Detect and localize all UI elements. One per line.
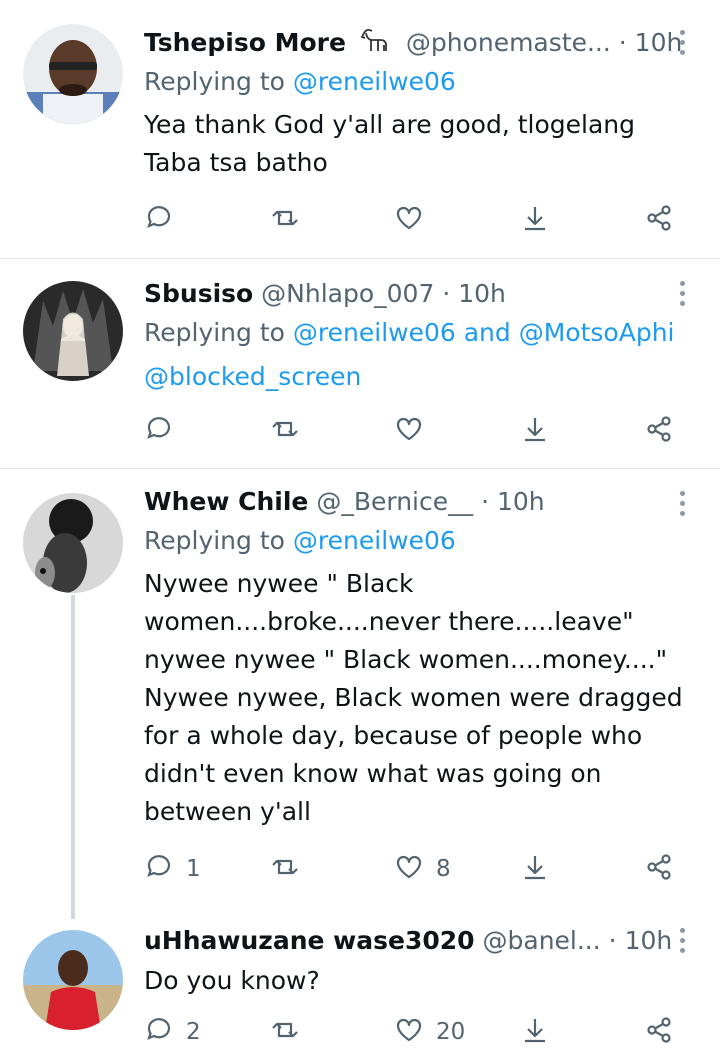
replying-to: Replying to @reneilwe06	[144, 519, 690, 563]
share-icon	[644, 852, 674, 886]
author-handle[interactable]: @phonemaste...	[406, 28, 611, 57]
tweet-4[interactable]: uHhawuzane wase3020 @banel... · 10h Do y…	[0, 910, 720, 1045]
thread-line	[71, 595, 75, 919]
like-count: 8	[436, 856, 451, 882]
action-bar: 2 20	[144, 1012, 684, 1052]
heart-icon	[394, 203, 424, 237]
author-handle[interactable]: @_Bernice__	[316, 487, 473, 516]
retweet-icon	[270, 852, 300, 886]
mention-link[interactable]: @blocked_screen	[144, 362, 361, 391]
author-handle[interactable]: @Nhlapo_007	[261, 279, 434, 308]
retweet-icon	[270, 414, 300, 448]
share-icon	[644, 1015, 674, 1049]
reply-icon	[144, 852, 174, 886]
replying-to-label: Replying to	[144, 526, 285, 555]
like-count: 20	[436, 1019, 466, 1045]
bookmark-download-icon	[520, 203, 550, 237]
like-button[interactable]: 20	[394, 1012, 465, 1052]
reply-icon	[144, 1015, 174, 1049]
share-icon	[644, 414, 674, 448]
timestamp[interactable]: 10h	[625, 926, 673, 955]
tweet-1[interactable]: Tshepiso More @phonemaste... · 10h Reply…	[0, 0, 720, 258]
mention-link[interactable]: @MotsoAphi	[519, 318, 675, 347]
action-bar	[144, 411, 684, 451]
action-bar	[144, 200, 684, 240]
mention-link[interactable]: @reneilwe06	[293, 318, 456, 347]
tweet-text: Yea thank God y'all are good, tlogelang …	[144, 110, 636, 177]
share-button[interactable]	[644, 849, 674, 889]
tweet-3[interactable]: Whew Chile @_Bernice__ · 10h Replying to…	[0, 469, 720, 919]
retweet-button[interactable]	[270, 411, 312, 451]
more-vertical-icon[interactable]	[679, 281, 687, 311]
reply-count: 1	[186, 856, 201, 882]
bookmark-download-icon	[520, 852, 550, 886]
reply-count: 2	[186, 1019, 201, 1045]
reply-button[interactable]: 2	[144, 1012, 201, 1052]
author-name[interactable]: Tshepiso More	[144, 28, 346, 57]
reply-button[interactable]: 1	[144, 849, 201, 889]
share-icon	[644, 203, 674, 237]
retweet-button[interactable]	[270, 849, 312, 889]
avatar[interactable]	[23, 24, 123, 124]
separator-dot: ·	[618, 28, 627, 57]
heart-icon	[394, 852, 424, 886]
replying-to: Replying to @reneilwe06 and @MotsoAphi @…	[144, 311, 690, 399]
bookmark-button[interactable]	[520, 1012, 550, 1052]
bookmark-button[interactable]	[520, 849, 550, 889]
heart-icon	[394, 414, 424, 448]
timestamp[interactable]: 10h	[497, 487, 545, 516]
like-button[interactable]: 8	[394, 849, 451, 889]
share-button[interactable]	[644, 1012, 674, 1052]
reply-button[interactable]	[144, 200, 186, 240]
like-button[interactable]	[394, 200, 436, 240]
like-button[interactable]	[394, 411, 436, 451]
reply-button[interactable]	[144, 411, 186, 451]
action-bar: 18	[144, 849, 684, 889]
share-button[interactable]	[644, 200, 674, 240]
bookmark-download-icon	[520, 414, 550, 448]
retweet-button[interactable]	[270, 1012, 312, 1052]
separator-dot: ·	[481, 487, 490, 516]
replying-to: Replying to @reneilwe06	[144, 60, 690, 104]
mention-link[interactable]: @reneilwe06	[293, 67, 456, 96]
goat-emoji-icon	[360, 27, 392, 64]
heart-icon	[394, 1015, 424, 1049]
avatar[interactable]	[23, 493, 123, 593]
replying-to-label: Replying to	[144, 67, 285, 96]
author-name[interactable]: uHhawuzane wase3020	[144, 926, 475, 955]
retweet-button[interactable]	[270, 200, 312, 240]
tweet-2[interactable]: Sbusiso @Nhlapo_007 · 10h Replying to @r…	[0, 259, 720, 467]
tweet-text: Do you know?	[144, 966, 320, 995]
bookmark-button[interactable]	[520, 200, 550, 240]
author-name[interactable]: Sbusiso	[144, 279, 253, 308]
mention-link[interactable]: @reneilwe06	[293, 526, 456, 555]
more-vertical-icon[interactable]	[679, 30, 687, 60]
avatar[interactable]	[23, 930, 123, 1030]
timestamp[interactable]: 10h	[635, 28, 683, 57]
separator-dot: ·	[442, 279, 451, 308]
author-handle[interactable]: @banel...	[483, 926, 601, 955]
timestamp[interactable]: 10h	[458, 279, 506, 308]
replying-to-and: and	[463, 318, 511, 347]
reply-icon	[144, 203, 174, 237]
replying-to-label: Replying to	[144, 318, 285, 347]
more-vertical-icon[interactable]	[679, 491, 687, 521]
more-vertical-icon[interactable]	[679, 928, 687, 958]
tweet-text: Nywee nywee " Black women....broke....ne…	[144, 569, 683, 826]
bookmark-button[interactable]	[520, 411, 550, 451]
share-button[interactable]	[644, 411, 674, 451]
retweet-icon	[270, 1015, 300, 1049]
author-name[interactable]: Whew Chile	[144, 487, 308, 516]
avatar[interactable]	[23, 281, 123, 381]
separator-dot: ·	[608, 926, 617, 955]
bookmark-download-icon	[520, 1015, 550, 1049]
retweet-icon	[270, 203, 300, 237]
reply-icon	[144, 414, 174, 448]
